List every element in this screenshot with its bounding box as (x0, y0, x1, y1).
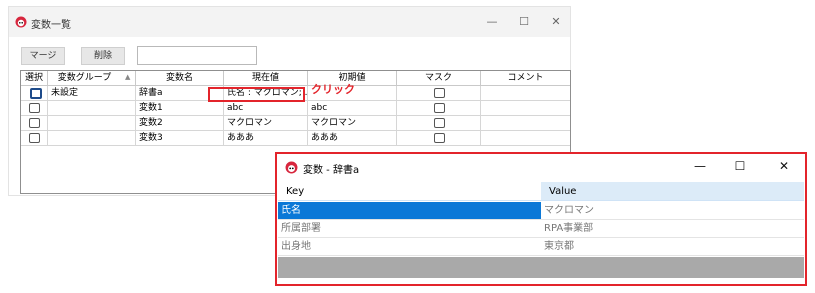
maximize-button[interactable]: ☐ (733, 159, 747, 173)
group-cell[interactable] (48, 131, 136, 146)
key-cell[interactable]: 出身地 (278, 238, 541, 256)
select-checkbox[interactable] (29, 103, 40, 113)
comment-cell[interactable] (481, 86, 570, 101)
col-header-value[interactable]: Value (541, 182, 804, 201)
col-header-comment[interactable]: コメント (481, 71, 570, 86)
group-cell[interactable] (48, 101, 136, 116)
maximize-button[interactable]: ☐ (517, 15, 531, 28)
col-header-name[interactable]: 変数名 (136, 71, 224, 86)
select-cell[interactable] (21, 131, 48, 146)
select-cell[interactable] (21, 101, 48, 116)
click-highlight-box (208, 87, 305, 102)
select-checkbox[interactable] (29, 118, 40, 128)
col-header-current[interactable]: 現在値 (224, 71, 308, 86)
initial-value-cell[interactable]: マクロマン (308, 116, 397, 131)
mask-cell[interactable] (397, 131, 481, 146)
initial-value-cell[interactable]: あああ (308, 131, 397, 146)
col-header-key[interactable]: Key (278, 182, 541, 201)
minimize-button[interactable]: — (693, 159, 707, 173)
empty-row-area (278, 257, 804, 278)
select-checkbox[interactable] (29, 133, 40, 143)
key-cell[interactable]: 氏名 (278, 202, 541, 220)
minimize-button[interactable]: — (485, 15, 499, 28)
mask-checkbox[interactable] (434, 103, 445, 113)
mask-cell[interactable] (397, 101, 481, 116)
value-cell[interactable]: マクロマン (541, 202, 804, 220)
col-header-mask[interactable]: マスク (397, 71, 481, 86)
comment-cell[interactable] (481, 116, 570, 131)
close-button[interactable]: ✕ (549, 15, 563, 28)
comment-cell[interactable] (481, 101, 570, 116)
select-cell[interactable] (21, 86, 48, 101)
value-cell[interactable]: RPA事業部 (541, 220, 804, 238)
col-header-select[interactable]: 選択 (21, 71, 48, 86)
mask-checkbox[interactable] (434, 88, 445, 98)
select-cell[interactable] (21, 116, 48, 131)
key-cell[interactable]: 所属部署 (278, 220, 541, 238)
window-title: 変数 - 辞書a (303, 165, 360, 176)
mask-cell[interactable] (397, 116, 481, 131)
value-cell[interactable]: 東京都 (541, 238, 804, 256)
current-value-cell[interactable]: abc (224, 101, 308, 116)
search-input[interactable] (137, 46, 257, 65)
initial-value-cell[interactable]: abc (308, 101, 397, 116)
select-checkbox[interactable] (30, 88, 42, 99)
merge-button[interactable]: マージ (21, 47, 65, 65)
mask-cell[interactable] (397, 86, 481, 101)
comment-cell[interactable] (481, 131, 570, 146)
mask-checkbox[interactable] (434, 118, 445, 128)
app-icon (285, 161, 298, 174)
variable-detail-window: 変数 - 辞書a — ☐ ✕ Key Value 氏名 マクロマン 所属部署 R… (275, 152, 807, 286)
app-icon (15, 16, 27, 28)
mask-checkbox[interactable] (434, 133, 445, 143)
current-value-cell[interactable]: マクロマン (224, 116, 308, 131)
title-bar: 変数一覧 — ☐ ✕ (9, 7, 570, 37)
name-cell[interactable]: 変数1 (136, 101, 224, 116)
window-title: 変数一覧 (31, 20, 71, 31)
sort-ascending-icon: ▲ (125, 73, 131, 81)
delete-button[interactable]: 削除 (81, 47, 125, 65)
title-bar: 変数 - 辞書a — ☐ ✕ (277, 154, 805, 181)
group-cell[interactable]: 未設定 (48, 86, 136, 101)
click-annotation: クリック (311, 83, 355, 96)
name-cell[interactable]: 変数3 (136, 131, 224, 146)
group-cell[interactable] (48, 116, 136, 131)
current-value-cell[interactable]: あああ (224, 131, 308, 146)
name-cell[interactable]: 変数2 (136, 116, 224, 131)
close-button[interactable]: ✕ (777, 159, 791, 173)
col-header-group[interactable]: 変数グループ (48, 71, 136, 86)
